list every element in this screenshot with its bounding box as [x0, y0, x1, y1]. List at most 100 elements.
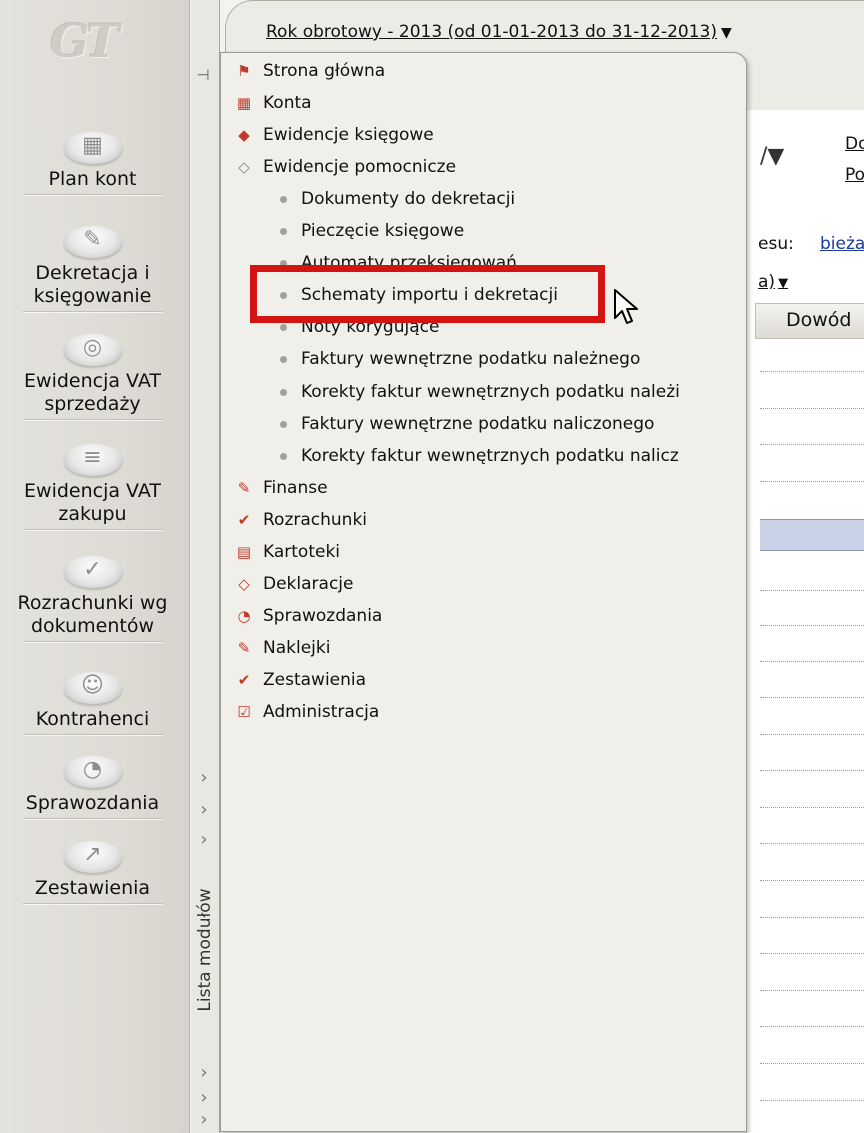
fiscal-year-label[interactable]: Rok obrotowy - 2013 (od 01-01-2013 do 31… [266, 22, 717, 42]
module-zestawienia[interactable]: ↗ Zestawienia [0, 837, 185, 905]
submenu-item-korekty-faktur-wewne-trznych-podatku-nalicz[interactable]: Korekty faktur wewnętrznych podatku nali… [280, 441, 679, 471]
filter-dropdown[interactable]: a) ▼ [758, 272, 788, 292]
report-pie-icon: ◔ [237, 607, 251, 625]
bullet-icon [280, 355, 287, 363]
menu-item-label: Deklaracje [263, 574, 354, 594]
module-label-line2: Sprawozdania [25, 792, 160, 814]
chevron-right-icon[interactable]: › [196, 1110, 212, 1130]
pin-icon[interactable]: ⊣ [191, 66, 215, 86]
link-do[interactable]: Do [845, 134, 864, 154]
module-dokument-w[interactable]: ✓ Rozrachunki wg dokumentów [0, 552, 185, 643]
submenu-item-dokumenty-do-dekretacji[interactable]: Dokumenty do dekretacji [280, 184, 515, 214]
menu-item-konta[interactable]: ▦ Konta [232, 88, 312, 118]
filter-toggle-icon[interactable]: /▼ [760, 144, 784, 169]
menu-item-kartoteki[interactable]: ▤ Kartoteki [232, 537, 340, 567]
table-row[interactable] [760, 917, 864, 918]
module-sprzeda-y[interactable]: ◎ Ewidencja VAT sprzedaży [0, 330, 185, 421]
table-row[interactable] [760, 953, 864, 954]
menu-item-rozrachunki[interactable]: ✔ Rozrachunki [232, 505, 367, 535]
chevron-right-icon[interactable]: › [196, 1063, 212, 1083]
table-row[interactable] [760, 770, 864, 771]
menu-item-ewidencje-ksie-gowe[interactable]: ◆ Ewidencje księgowe [232, 120, 434, 150]
filter-dropdown-label[interactable]: a) [758, 272, 775, 292]
declaration-icon: ◇ [238, 575, 250, 593]
bullet-icon [280, 227, 287, 235]
highlight-box [250, 265, 605, 323]
module-separator [22, 734, 163, 736]
column-header-dowod[interactable]: Dowód [755, 303, 864, 339]
pen-icon: ✎ [62, 222, 124, 260]
menu-item-sprawozdania[interactable]: ◔ Sprawozdania [232, 601, 382, 631]
table-row[interactable] [760, 990, 864, 991]
module-icon-glyph: ✎ [83, 227, 102, 252]
module-icon-glyph: ▦ [82, 133, 103, 158]
menu-item-administracja[interactable]: ☑ Administracja [232, 697, 379, 727]
table-row[interactable] [760, 481, 864, 482]
pen-red-icon: ✎ [237, 479, 251, 497]
menu-item-label: Ewidencje pomocnicze [263, 157, 457, 177]
period-link[interactable]: bieża [820, 234, 864, 254]
module-sprawozdania[interactable]: ◔ Sprawozdania [0, 752, 185, 820]
bullet-icon [280, 388, 287, 396]
submenu-item-faktury-wewne-trzne-podatku-naliczonego[interactable]: Faktury wewnętrzne podatku naliczonego [280, 409, 654, 439]
table-row[interactable] [760, 807, 864, 808]
module-icon-glyph: ◔ [82, 757, 103, 782]
menu-item-deklaracje[interactable]: ◇ Deklaracje [232, 569, 353, 599]
menu-item-ewidencje-pomocnicze[interactable]: ◇ Ewidencje pomocnicze [232, 152, 456, 182]
table-row[interactable] [760, 444, 864, 445]
table-row[interactable] [760, 408, 864, 409]
table-row[interactable] [760, 1100, 864, 1101]
menu-item-finanse[interactable]: ✎ Finanse [232, 473, 328, 503]
module-label-line1: Ewidencja VAT [24, 370, 161, 392]
table-row[interactable] [760, 661, 864, 662]
module-label-line1: Ewidencja VAT [24, 480, 161, 502]
fiscal-year-selector[interactable]: Rok obrotowy - 2013 (od 01-01-2013 do 31… [266, 22, 732, 42]
module-list-label-text[interactable]: Lista modułów [195, 888, 215, 1011]
module-label-line2: Kontrahenci [35, 708, 150, 730]
menu-item-label: Zestawienia [263, 670, 367, 690]
submenu-item-korekty-faktur-wewne-trznych-podatku-nalez-i[interactable]: Korekty faktur wewnętrznych podatku nale… [280, 377, 680, 407]
bullet-icon [280, 420, 287, 428]
dropdown-arrow-icon[interactable]: ▼ [721, 25, 732, 41]
chevron-right-icon[interactable]: › [196, 800, 212, 820]
module-icon-glyph: ↗ [83, 842, 102, 867]
chevron-right-icon[interactable]: › [196, 1088, 212, 1108]
module-plan-kont[interactable]: ▦ Plan kont [0, 128, 185, 196]
module-ksi-gowanie[interactable]: ✎ Dekretacja i księgowanie [0, 222, 185, 313]
table-row[interactable] [760, 843, 864, 844]
table-row[interactable] [760, 371, 864, 372]
ledger-icon: ◆ [238, 126, 250, 144]
menu-item-label: Konta [263, 93, 312, 113]
table-row[interactable] [760, 880, 864, 881]
chevron-right-icon[interactable]: › [196, 830, 212, 850]
submenu-item-piecze-cie-ksie-gowe[interactable]: Pieczęcie księgowe [280, 216, 464, 246]
module-kontrahenci[interactable]: ☺ Kontrahenci [0, 668, 185, 736]
menu-item-naklejki[interactable]: ✎ Naklejki [232, 633, 331, 663]
bullet-icon [280, 323, 287, 331]
admin-icon: ☑ [237, 703, 251, 721]
coins-icon: ◎ [62, 330, 124, 368]
chevron-right-icon[interactable]: › [196, 768, 212, 788]
filter-dropdown-arrow-icon[interactable]: ▼ [778, 276, 788, 291]
menu-item-zestawienia[interactable]: ✔ Zestawienia [232, 665, 366, 695]
app-logo: GT [50, 14, 120, 68]
table-row[interactable] [760, 1026, 864, 1027]
module-list-label[interactable]: Lista modułów [192, 860, 218, 1040]
books-icon: ≡ [62, 440, 124, 478]
module-zakupu[interactable]: ≡ Ewidencja VAT zakupu [0, 440, 185, 531]
table-row[interactable] [760, 625, 864, 626]
link-po[interactable]: Po [845, 165, 864, 185]
ledger-gray-icon: ◇ [238, 158, 250, 176]
check-doc-icon: ✓ [62, 552, 124, 590]
period-label: esu: [758, 234, 794, 254]
flag-icon: ⚑ [237, 62, 251, 80]
check-red-icon: ✔ [237, 511, 251, 529]
table-row[interactable] [760, 697, 864, 698]
table-row[interactable] [760, 734, 864, 735]
table-row[interactable] [760, 1063, 864, 1064]
table-row[interactable] [760, 590, 864, 591]
submenu-item-faktury-wewne-trzne-podatku-nalez-nego[interactable]: Faktury wewnętrzne podatku należnego [280, 344, 640, 374]
selected-table-row[interactable] [760, 519, 864, 551]
sticker-icon: ✎ [237, 639, 251, 657]
menu-item-strona-g-o-wna[interactable]: ⚑ Strona główna [232, 56, 385, 86]
